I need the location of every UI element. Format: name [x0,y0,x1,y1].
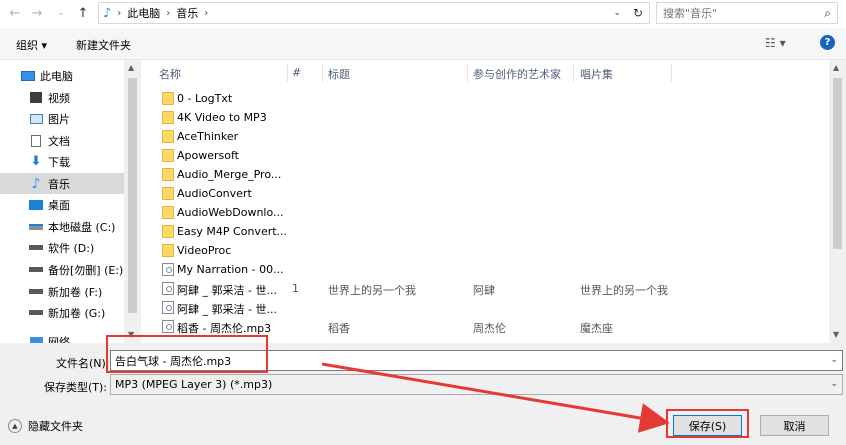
annotation-arrow-line [321,362,670,433]
annotation-arrow [321,362,670,433]
